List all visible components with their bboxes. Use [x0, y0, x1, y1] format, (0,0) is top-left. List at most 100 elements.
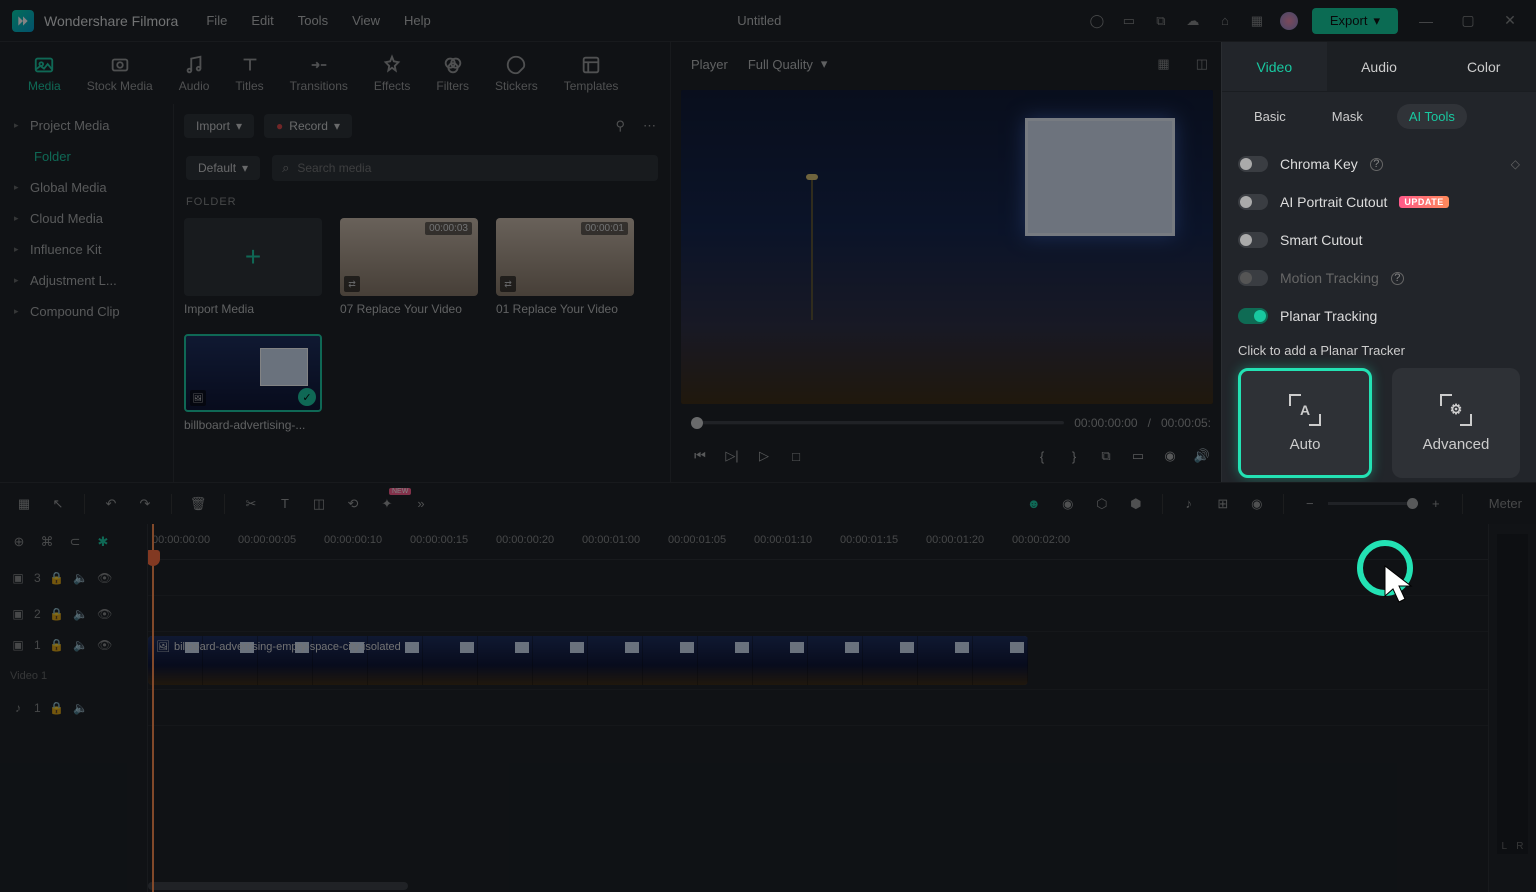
- track-video3[interactable]: [148, 560, 1488, 596]
- zoom-slider[interactable]: [1328, 502, 1418, 505]
- marker-list-icon[interactable]: ⬢: [1126, 496, 1146, 512]
- tab-stickers[interactable]: Stickers: [495, 54, 538, 93]
- crop-tool-icon[interactable]: ◫: [309, 496, 329, 512]
- record-button[interactable]: ●Record▾: [264, 114, 352, 138]
- track-header-video2[interactable]: ▣2🔒🔈👁: [0, 596, 147, 632]
- tab-media[interactable]: Media: [28, 54, 61, 93]
- import-button[interactable]: Import▾: [184, 114, 254, 138]
- planar-advanced-button[interactable]: ⚙ Advanced: [1392, 368, 1520, 478]
- ratio-icon[interactable]: ⧉: [1097, 448, 1115, 464]
- track-audio1[interactable]: [148, 690, 1488, 726]
- ai-face-icon[interactable]: ☻: [1024, 496, 1044, 511]
- select-tool-icon[interactable]: ▦: [14, 496, 34, 512]
- scrub-knob[interactable]: [691, 417, 703, 429]
- marker-add-icon[interactable]: ⬡: [1092, 496, 1112, 512]
- record-vo-icon[interactable]: ◉: [1247, 496, 1267, 512]
- snapshot-button[interactable]: ◉: [1161, 448, 1179, 464]
- lock-icon[interactable]: 🔒: [49, 607, 65, 621]
- scrub-track[interactable]: [691, 421, 1064, 425]
- toggle-chroma-key[interactable]: [1238, 156, 1268, 172]
- sidebar-item-global-media[interactable]: ▸Global Media: [0, 172, 173, 203]
- stop-button[interactable]: □: [787, 449, 805, 464]
- info-icon[interactable]: ?: [1391, 272, 1404, 285]
- apps-icon[interactable]: ▦: [1248, 12, 1266, 30]
- text-tool-icon[interactable]: T: [275, 496, 295, 511]
- more-icon[interactable]: ⋯: [639, 114, 660, 138]
- timeline-tracks[interactable]: 00:00:00:00 00:00:00:05 00:00:00:10 00:0…: [148, 524, 1488, 892]
- auto-ripple-icon[interactable]: ✱: [94, 534, 112, 550]
- mute-icon[interactable]: 🔈: [73, 607, 89, 621]
- media-thumb[interactable]: 00:00:01⇄ 01 Replace Your Video: [496, 218, 634, 316]
- video-clip[interactable]: 🖼billboard-advertising-empty-space-city-…: [148, 636, 1028, 685]
- track-video1[interactable]: 🖼billboard-advertising-empty-space-city-…: [148, 632, 1488, 690]
- screen-icon[interactable]: ▭: [1120, 12, 1138, 30]
- track-video2[interactable]: [148, 596, 1488, 632]
- undo-button[interactable]: ↶: [101, 496, 121, 512]
- time-ruler[interactable]: 00:00:00:00 00:00:00:05 00:00:00:10 00:0…: [148, 524, 1488, 560]
- filter-icon[interactable]: ⚲: [611, 114, 629, 138]
- menu-tools[interactable]: Tools: [298, 13, 328, 28]
- media-thumb[interactable]: 00:00:03⇄ 07 Replace Your Video: [340, 218, 478, 316]
- user-avatar[interactable]: [1280, 12, 1298, 30]
- tab-video[interactable]: Video: [1222, 42, 1327, 91]
- tab-stock-media[interactable]: Stock Media: [87, 54, 153, 93]
- media-thumb-selected[interactable]: 🖼✓ billboard-advertising-...: [184, 334, 322, 432]
- mixer-icon[interactable]: ⊞: [1213, 496, 1233, 512]
- link-tool-icon[interactable]: ⟲: [343, 496, 363, 512]
- eye-icon[interactable]: 👁: [97, 571, 113, 585]
- eye-icon[interactable]: 👁: [97, 638, 113, 652]
- play-button[interactable]: ▷: [755, 448, 773, 464]
- toggle-smart-cutout[interactable]: [1238, 232, 1268, 248]
- sidebar-item-cloud-media[interactable]: ▸Cloud Media: [0, 203, 173, 234]
- more-tools-icon[interactable]: »: [411, 496, 431, 511]
- zoom-out-button[interactable]: −: [1300, 496, 1320, 511]
- add-track-icon[interactable]: ⊕: [10, 534, 28, 550]
- library-icon[interactable]: ⧉: [1152, 12, 1170, 30]
- render-icon[interactable]: ◉: [1058, 496, 1078, 512]
- playhead[interactable]: [152, 524, 154, 892]
- sidebar-item-influence-kit[interactable]: ▸Influence Kit: [0, 234, 173, 265]
- subtab-mask[interactable]: Mask: [1320, 104, 1375, 129]
- volume-button[interactable]: 🔊: [1193, 448, 1211, 464]
- quality-dropdown[interactable]: Full Quality▾: [748, 56, 828, 72]
- toggle-planar-tracking[interactable]: [1238, 308, 1268, 324]
- sort-dropdown[interactable]: Default▾: [186, 156, 260, 180]
- search-input[interactable]: ⌕: [272, 155, 658, 181]
- track-header-audio1[interactable]: ♪1🔒🔈: [0, 690, 147, 726]
- split-button[interactable]: ✂: [241, 496, 261, 512]
- redo-button[interactable]: ↷: [135, 496, 155, 512]
- compare-icon[interactable]: ◫: [1193, 53, 1211, 75]
- menu-help[interactable]: Help: [404, 13, 431, 28]
- magic-tool-icon[interactable]: ✦: [377, 496, 397, 512]
- tab-titles[interactable]: Titles: [235, 54, 263, 93]
- close-button[interactable]: ✕: [1496, 12, 1524, 29]
- magnet-icon[interactable]: ⊂: [66, 534, 84, 550]
- zoom-in-button[interactable]: +: [1426, 496, 1446, 511]
- eye-icon[interactable]: 👁: [97, 607, 113, 621]
- audio-tool-icon[interactable]: ♪: [1179, 496, 1199, 511]
- import-media-tile[interactable]: + Import Media: [184, 218, 322, 316]
- tab-templates[interactable]: Templates: [564, 54, 619, 93]
- toggle-ai-portrait[interactable]: [1238, 194, 1268, 210]
- subtab-basic[interactable]: Basic: [1242, 104, 1298, 129]
- sidebar-item-project-media[interactable]: ▸Project Media: [0, 110, 173, 141]
- track-header-video1[interactable]: ▣1🔒🔈👁Video 1: [0, 632, 147, 690]
- mark-in-button[interactable]: {: [1033, 449, 1051, 464]
- mark-out-button[interactable]: }: [1065, 449, 1083, 464]
- info-icon[interactable]: ?: [1370, 158, 1383, 171]
- planar-auto-button[interactable]: A Auto: [1238, 368, 1372, 478]
- track-header-video3[interactable]: ▣3🔒🔈👁: [0, 560, 147, 596]
- mute-icon[interactable]: 🔈: [73, 701, 89, 715]
- player-viewport[interactable]: [681, 90, 1213, 404]
- delete-button[interactable]: 🗑: [188, 496, 208, 512]
- pointer-tool-icon[interactable]: ↖: [48, 496, 68, 512]
- tab-effects[interactable]: Effects: [374, 54, 410, 93]
- subtab-ai-tools[interactable]: AI Tools: [1397, 104, 1467, 129]
- prev-frame-button[interactable]: ⏮: [691, 448, 709, 464]
- sidebar-item-compound-clip[interactable]: ▸Compound Clip: [0, 296, 173, 327]
- keyframe-diamond-icon[interactable]: ◇: [1511, 157, 1520, 171]
- tab-transitions[interactable]: Transitions: [290, 54, 348, 93]
- tab-audio[interactable]: Audio: [179, 54, 210, 93]
- search-field[interactable]: [297, 161, 648, 175]
- mute-icon[interactable]: 🔈: [73, 638, 89, 652]
